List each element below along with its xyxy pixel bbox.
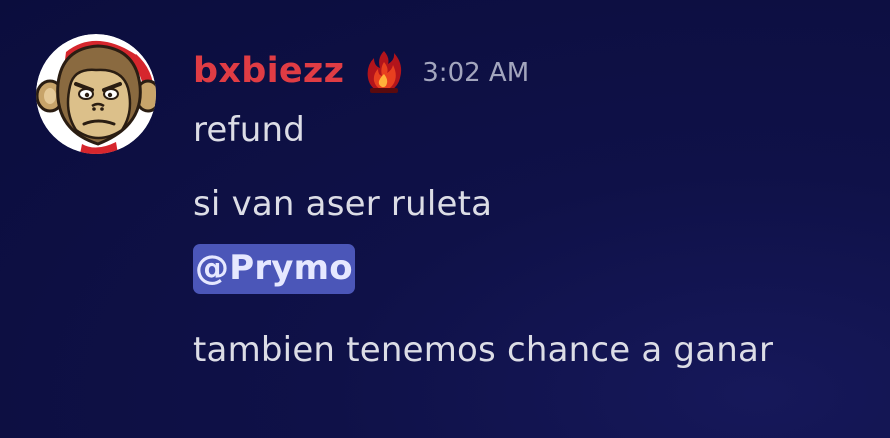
user-mention[interactable]: @Prymo	[193, 244, 355, 294]
message-line: refund	[193, 110, 305, 150]
chat-message: bxbiezz 3:02 AM refund si van aser rulet…	[0, 0, 890, 438]
user-avatar[interactable]	[36, 34, 156, 154]
message-line: tambien tenemos chance a ganar	[193, 330, 774, 370]
message-line: si van aser ruleta	[193, 184, 493, 224]
message-line-mention: @Prymo	[193, 244, 355, 294]
author-username[interactable]: bxbiezz	[193, 51, 344, 91]
message-timestamp: 3:02 AM	[422, 58, 530, 88]
monkey-avatar-icon	[36, 34, 156, 154]
flame-role-badge-icon[interactable]	[360, 48, 408, 96]
message-header: bxbiezz 3:02 AM	[193, 46, 529, 96]
